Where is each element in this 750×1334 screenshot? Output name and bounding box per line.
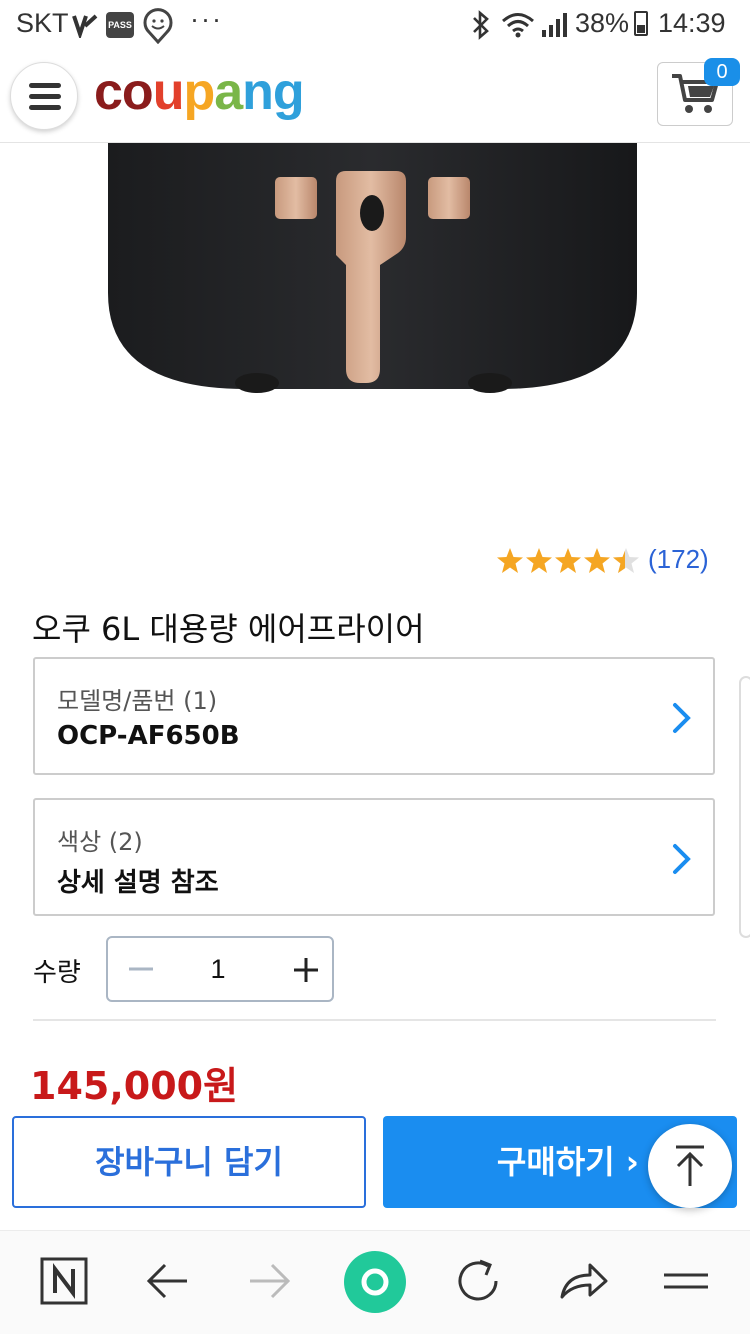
minus-icon[interactable] xyxy=(126,954,156,984)
chevron-right-icon xyxy=(673,703,691,733)
option-value: 상세 설명 참조 xyxy=(57,868,219,898)
quantity-stepper: 1 xyxy=(106,936,334,1002)
wifi-icon xyxy=(502,13,534,38)
scroll-to-top-button[interactable] xyxy=(648,1124,732,1208)
forward-arrow-icon[interactable] xyxy=(240,1251,300,1311)
refresh-icon[interactable] xyxy=(448,1251,508,1311)
divider xyxy=(33,1019,716,1021)
quantity-label: 수량 xyxy=(33,958,81,988)
status-bar: SKT PASS ··· 38% 14:39 xyxy=(0,0,750,52)
quantity-value[interactable]: 1 xyxy=(178,954,258,985)
signal-icon xyxy=(542,13,567,37)
chevron-right-icon xyxy=(673,844,691,874)
logo-letter: o xyxy=(121,63,154,121)
share-icon[interactable] xyxy=(552,1251,612,1311)
add-to-cart-button[interactable]: 장바구니 담기 xyxy=(12,1116,366,1208)
edge-panel-handle[interactable] xyxy=(739,676,750,938)
logo-letter: p xyxy=(183,63,215,121)
face-marker-icon xyxy=(143,8,173,44)
menu-button[interactable] xyxy=(10,62,78,130)
logo-letter: n xyxy=(242,63,274,121)
option-model[interactable]: 모델명/품번 (1) OCP-AF650B xyxy=(33,657,715,775)
arrow-up-icon xyxy=(676,1145,704,1186)
browser-bottom-bar xyxy=(0,1230,750,1334)
more-dots: ··· xyxy=(190,4,223,34)
battery-percent: 38% xyxy=(575,8,630,38)
logo-letter: c xyxy=(94,63,123,121)
logo-letter: g xyxy=(272,63,305,121)
option-label: 모델명/품번 (1) xyxy=(57,687,218,715)
battery-icon xyxy=(634,11,648,36)
option-value: OCP-AF650B xyxy=(57,721,240,751)
star-rating-icon xyxy=(497,548,639,573)
bluetooth-icon xyxy=(473,10,489,40)
cart-count-badge: 0 xyxy=(704,58,740,86)
price: 145,000원 xyxy=(30,1064,239,1108)
review-count[interactable]: (172) xyxy=(648,544,709,575)
option-color[interactable]: 색상 (2) 상세 설명 참조 xyxy=(33,798,715,916)
pass-badge: PASS xyxy=(106,12,134,38)
buy-now-label: 구매하기 › xyxy=(496,1143,639,1181)
product-title: 오쿠 6L 대용량 에어프라이어 xyxy=(32,610,425,648)
menu-icon[interactable] xyxy=(656,1251,716,1311)
site-header: coupang xyxy=(0,52,750,143)
clock: 14:39 xyxy=(658,8,726,38)
logo-letter: a xyxy=(214,63,243,121)
plus-icon[interactable] xyxy=(292,956,320,984)
logo-letter: u xyxy=(152,63,185,121)
product-image xyxy=(0,143,750,533)
carrier-label: SKT xyxy=(16,8,69,38)
coupang-logo[interactable]: coupang xyxy=(94,62,305,122)
home-circle-icon[interactable] xyxy=(340,1247,410,1317)
option-label: 색상 (2) xyxy=(57,828,143,856)
naver-n-icon[interactable] xyxy=(34,1251,94,1311)
vpn-icon xyxy=(72,14,98,38)
back-arrow-icon[interactable] xyxy=(137,1251,197,1311)
